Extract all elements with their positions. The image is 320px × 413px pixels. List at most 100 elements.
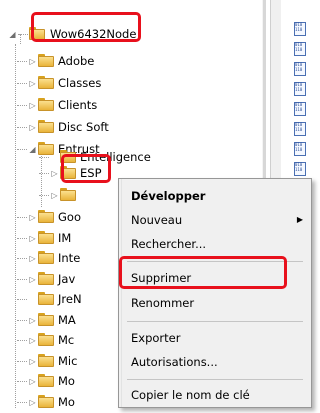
tree-guide-line: [17, 61, 27, 62]
tree-node-label: Inte: [58, 251, 81, 265]
expand-icon[interactable]: ▷: [28, 316, 37, 325]
expand-icon[interactable]: ▷: [28, 275, 37, 284]
annotation-highlight-esp: [61, 154, 111, 183]
context-menu: Développer Nouveau ▶ Rechercher... Suppr…: [118, 178, 312, 408]
folder-icon: [38, 292, 54, 305]
folder-icon: [38, 54, 54, 67]
tree-node[interactable]: ▷ Clients: [0, 94, 130, 116]
submenu-arrow-icon: ▶: [296, 215, 303, 224]
expand-icon[interactable]: ▷: [28, 101, 37, 110]
menu-item-copy-key-name[interactable]: Copier le nom de clé: [121, 384, 311, 406]
tree-node-label: Mc: [58, 333, 75, 347]
expand-icon[interactable]: ▷: [28, 123, 37, 132]
tree-node-label: Classes: [58, 76, 102, 90]
tree-node-label: Disc Soft: [58, 120, 109, 134]
tree-node[interactable]: ▷ Mo: [0, 370, 130, 392]
folder-icon: [38, 353, 54, 367]
expand-icon[interactable]: ▷: [28, 213, 37, 222]
tree-guide-line: [17, 360, 27, 362]
tree-node-label: MA: [58, 312, 76, 327]
menu-item-rename[interactable]: Renommer: [121, 292, 311, 314]
tree-guide-line: [17, 401, 27, 403]
tree-node[interactable]: ▷ Mc: [0, 329, 130, 351]
expand-icon[interactable]: ▷: [28, 254, 37, 263]
folder-icon: [38, 120, 54, 133]
registry-value-icon[interactable]: [294, 42, 306, 56]
expand-icon: [28, 295, 37, 304]
tree-guide-line: [17, 381, 27, 382]
tree-node-label: Clients: [58, 98, 98, 112]
menu-item-permissions[interactable]: Autorisations...: [121, 351, 311, 373]
registry-value-icon[interactable]: [294, 122, 306, 136]
tree-guide-line: [39, 173, 49, 174]
tree-node[interactable]: JreN: [0, 288, 130, 310]
tree-node-label: Adobe: [58, 54, 95, 68]
menu-item-expand[interactable]: Développer: [121, 185, 311, 207]
tree-node-label: Mo: [58, 374, 75, 388]
registry-value-icon[interactable]: [294, 142, 306, 156]
tree-node[interactable]: ▷ Adobe: [0, 50, 130, 72]
tree-guide-line: [17, 340, 27, 341]
tree-node[interactable]: ▷ Mic: [0, 350, 130, 372]
tree-guide-line: [39, 195, 49, 196]
annotation-highlight-delete: [119, 256, 287, 289]
expand-icon[interactable]: ▷: [28, 398, 37, 407]
annotation-highlight-wow6432node: [31, 12, 141, 42]
expand-icon[interactable]: ▷: [28, 336, 37, 345]
tree-node-label: Mo: [58, 394, 75, 409]
tree-node-label: Jav: [58, 271, 76, 286]
registry-value-icon[interactable]: [294, 62, 306, 76]
tree-node[interactable]: ▷ Classes: [0, 72, 130, 94]
tree-guide-line: [39, 157, 49, 158]
registry-value-icon[interactable]: [294, 82, 306, 96]
tree-guide-line: [17, 258, 27, 259]
tree-node[interactable]: ▷ MA: [0, 309, 130, 331]
folder-icon: [38, 312, 54, 326]
menu-item-new[interactable]: Nouveau ▶: [121, 209, 311, 231]
tree-node[interactable]: ▷ Inte: [0, 247, 130, 269]
expand-icon[interactable]: ▷: [50, 169, 59, 178]
tree-guide-line: [17, 319, 27, 321]
folder-icon: [38, 394, 54, 408]
folder-icon: [38, 98, 54, 111]
expand-icon: [50, 153, 59, 162]
folder-icon: [38, 374, 54, 387]
folder-icon: [38, 230, 54, 244]
tree-guide-line: [17, 237, 27, 239]
tree-node[interactable]: ▷ IM: [0, 227, 130, 249]
collapse-icon[interactable]: ◢: [8, 30, 17, 39]
tree-node-label: Mic: [58, 353, 78, 368]
folder-icon: [60, 188, 76, 201]
expand-icon[interactable]: ▷: [28, 57, 37, 66]
tree-node[interactable]: ▷: [0, 184, 130, 206]
expand-icon[interactable]: ▷: [28, 377, 37, 386]
tree-node[interactable]: ▷ Mo: [0, 391, 130, 413]
expand-icon[interactable]: ▷: [28, 357, 37, 366]
tree-node[interactable]: ▷ Goo: [0, 206, 130, 228]
tree-guide-line: [17, 217, 27, 218]
menu-item-find[interactable]: Rechercher...: [121, 233, 311, 255]
registry-value-icon[interactable]: [294, 162, 306, 176]
tree-node-label: JreN: [58, 292, 82, 306]
registry-value-icon[interactable]: [294, 22, 306, 36]
tree-node-label: IM: [58, 230, 72, 245]
expand-icon[interactable]: ▷: [50, 191, 59, 200]
tree-node[interactable]: ▷ Disc Soft: [0, 116, 130, 138]
tree-guide-line: [17, 127, 27, 128]
folder-icon: [38, 251, 54, 264]
expand-icon[interactable]: ▷: [28, 79, 37, 88]
tree-node[interactable]: ▷ Jav: [0, 268, 130, 290]
menu-separator: [127, 321, 303, 322]
tree-guide-line: [17, 299, 27, 300]
folder-icon: [38, 210, 54, 223]
expand-icon[interactable]: ▷: [28, 234, 37, 243]
registry-value-icon[interactable]: [294, 102, 306, 116]
menu-item-export[interactable]: Exporter: [121, 327, 311, 349]
menu-item-new-label: Nouveau: [131, 213, 183, 227]
tree-guide-line: [17, 83, 27, 84]
tree-guide-line: [17, 105, 27, 106]
folder-icon: [38, 333, 54, 346]
menu-separator: [127, 379, 303, 380]
folder-icon: [38, 271, 54, 285]
folder-icon: [38, 76, 54, 89]
